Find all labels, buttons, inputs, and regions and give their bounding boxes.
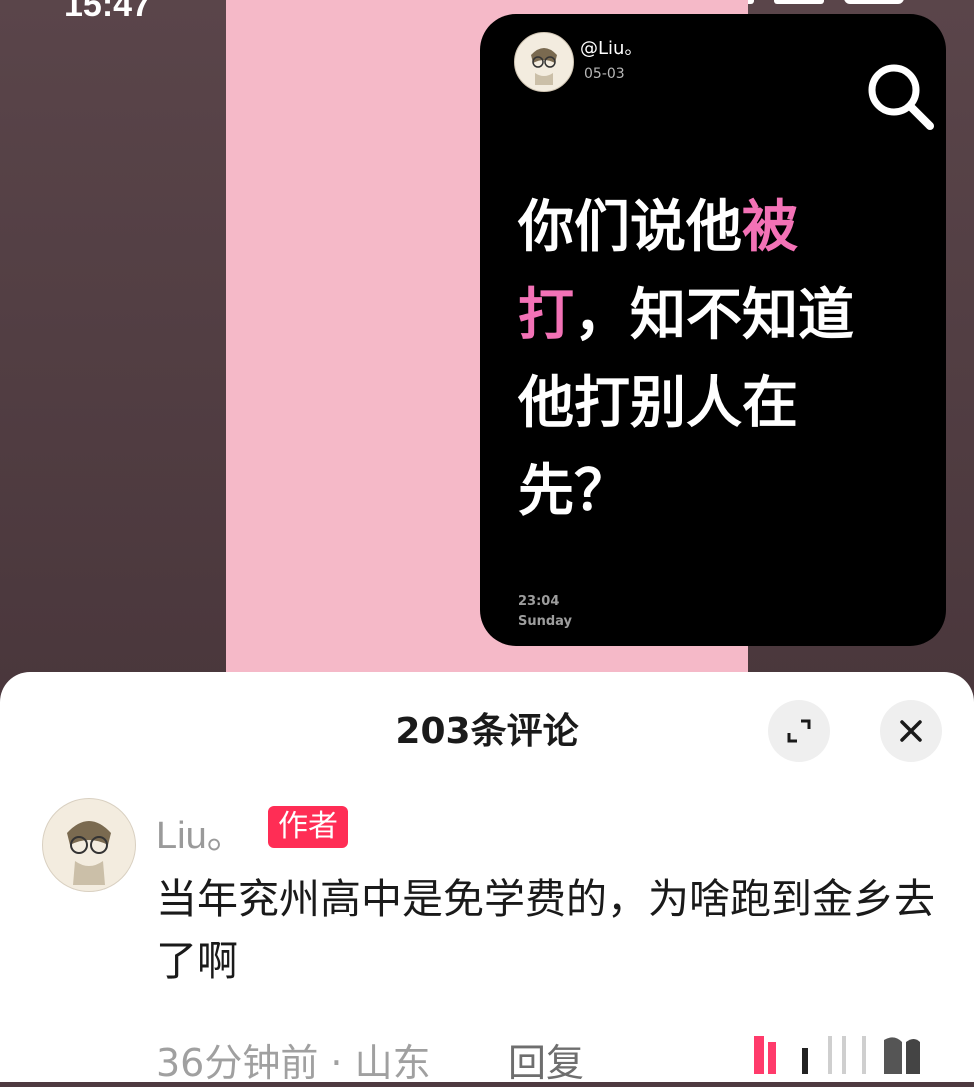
search-icon[interactable] <box>862 58 938 134</box>
headline-highlight-2: 打 <box>518 283 574 348</box>
comment-avatar[interactable] <box>42 798 136 892</box>
headline-text-2: ，知不知道 <box>574 283 854 348</box>
close-button[interactable] <box>880 700 942 762</box>
post-username: @Liu。 <box>580 38 643 59</box>
post-footer-time: 23:04 Sunday <box>518 592 572 632</box>
post-footer-clock: 23:04 <box>518 594 560 609</box>
close-icon <box>900 720 922 742</box>
post-date: 05-03 <box>584 66 625 82</box>
status-time: 15:47 <box>64 0 151 24</box>
headline-text-1: 你们说他 <box>518 195 742 260</box>
post-headline: 你们说他被 打，知不知道 他打别人在 先？ <box>518 184 898 536</box>
post-footer-day: Sunday <box>518 614 573 629</box>
expand-button[interactable] <box>768 700 830 762</box>
post-image-frame[interactable]: @Liu。 05-03 你们说他被 打，知不知道 他打别人在 先？ 23:04 … <box>226 0 946 690</box>
avatar-illustration-icon <box>67 821 111 885</box>
comment-text: 当年兖州高中是免学费的，为啥跑到金乡去了啊 <box>156 875 935 985</box>
author-badge: 作者 <box>268 806 348 848</box>
comment-meta: 36分钟前 · 山东 <box>156 1041 431 1085</box>
headline-text-3: 他打别人在 <box>518 371 798 436</box>
post-author-avatar <box>514 32 574 92</box>
like-icon[interactable] <box>752 1034 952 1078</box>
reply-button[interactable]: 回复 <box>508 1032 584 1087</box>
avatar-illustration-icon <box>531 48 557 85</box>
headline-highlight-1: 被 <box>742 195 798 260</box>
comments-sheet: 203条评论 Liu。 作者 当年兖州高中是免学费的，为啥跑到金乡去了啊 36分… <box>0 672 974 1085</box>
headline-text-4: 先？ <box>518 459 630 524</box>
expand-icon <box>787 719 811 743</box>
comment-username[interactable]: Liu。 <box>156 804 245 859</box>
